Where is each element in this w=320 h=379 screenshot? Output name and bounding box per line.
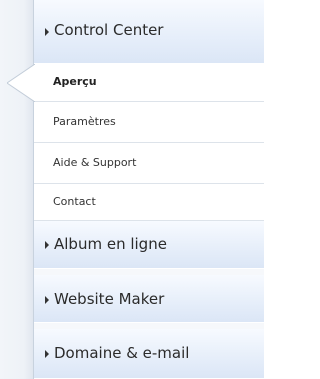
section-label: Control Center — [54, 21, 164, 39]
nav-item-label: Aide & Support — [53, 156, 137, 169]
triangle-right-icon — [45, 350, 49, 358]
nav-item-contact[interactable]: Contact — [34, 184, 264, 221]
nav-item-label: Aperçu — [53, 75, 97, 88]
section-label: Album en ligne — [54, 235, 167, 253]
triangle-right-icon — [45, 28, 49, 36]
nav-item-label: Paramètres — [53, 115, 116, 128]
nav-section-domaine-email[interactable]: Domaine & e-mail — [34, 329, 264, 379]
active-pointer-icon — [7, 64, 35, 102]
left-gutter — [0, 0, 34, 379]
triangle-right-icon — [45, 241, 49, 249]
nav-item-aide-support[interactable]: Aide & Support — [34, 143, 264, 184]
section-label: Website Maker — [54, 290, 165, 308]
nav-section-album-en-ligne[interactable]: Album en ligne — [34, 221, 264, 269]
triangle-right-icon — [45, 296, 49, 304]
sidebar-nav: Control Center Aperçu Paramètres Aide & … — [34, 0, 264, 379]
nav-section-control-center[interactable]: Control Center — [34, 0, 264, 64]
nav-item-apercu[interactable]: Aperçu — [34, 64, 264, 102]
page: Control Center Aperçu Paramètres Aide & … — [0, 0, 264, 379]
nav-item-label: Contact — [53, 195, 96, 208]
section-label: Domaine & e-mail — [54, 344, 190, 362]
nav-item-parametres[interactable]: Paramètres — [34, 102, 264, 143]
nav-section-website-maker[interactable]: Website Maker — [34, 275, 264, 323]
